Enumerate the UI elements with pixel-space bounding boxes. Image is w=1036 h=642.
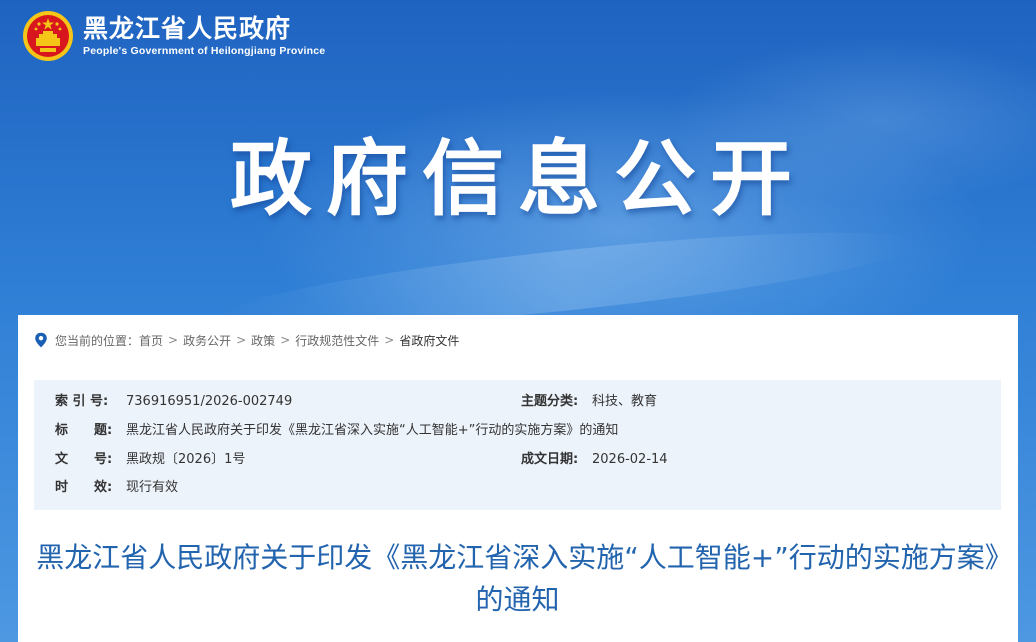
site-name-english: People's Government of Heilongjiang Prov… xyxy=(83,45,326,57)
breadcrumb-normative-docs[interactable]: 行政规范性文件 xyxy=(295,332,379,349)
meta-row-title: 标 题: 黑龙江省人民政府关于印发《黑龙江省深入实施“人工智能+”行动的实施方案… xyxy=(34,417,1001,445)
breadcrumb-prefix: 您当前的位置： xyxy=(55,333,140,348)
document-number-label: 文 号: xyxy=(55,452,113,467)
title-value: 黑龙江省人民政府关于印发《黑龙江省深入实施“人工智能+”行动的实施方案》的通知 xyxy=(126,423,619,438)
index-number-value: 736916951/2026-002749 xyxy=(126,394,293,409)
breadcrumb-separator: > xyxy=(384,333,395,347)
breadcrumb: 您当前的位置： 首页 > 政务公开 > 政策 > 行政规范性文件 > 省政府文件 xyxy=(34,330,459,350)
breadcrumb-gov-affairs[interactable]: 政务公开 xyxy=(183,332,231,349)
banner-title: 政府信息公开 xyxy=(229,132,806,227)
breadcrumb-separator: > xyxy=(168,333,179,347)
document-metadata-box: 索 引 号: 736916951/2026-002749 主题分类: 科技、教育… xyxy=(34,380,1001,510)
national-emblem-icon xyxy=(23,11,73,61)
meta-row-docno: 文 号: 黑政规〔2026〕1号 成文日期: 2026-02-14 xyxy=(34,446,1001,474)
site-header[interactable]: 黑龙江省人民政府 People's Government of Heilongj… xyxy=(22,8,325,64)
document-title: 黑龙江省人民政府关于印发《黑龙江省深入实施“人工智能+”行动的实施方案》的通知 xyxy=(36,541,999,616)
site-title-block: 黑龙江省人民政府 People's Government of Heilongj… xyxy=(83,14,325,58)
issue-date-value: 2026-02-14 xyxy=(592,452,668,467)
meta-row-index: 索 引 号: 736916951/2026-002749 主题分类: 科技、教育 xyxy=(34,388,1001,416)
breadcrumb-separator: > xyxy=(236,333,247,347)
topic-label: 主题分类: xyxy=(521,394,579,409)
breadcrumb-separator: > xyxy=(280,333,291,347)
breadcrumb-home[interactable]: 首页 xyxy=(139,332,163,349)
title-label: 标 题: xyxy=(55,423,113,438)
validity-label: 时 效: xyxy=(55,480,113,495)
validity-value: 现行有效 xyxy=(126,480,179,495)
breadcrumb-policy[interactable]: 政策 xyxy=(251,332,275,349)
meta-row-validity: 时 效: 现行有效 xyxy=(34,474,1001,502)
topic-value: 科技、教育 xyxy=(592,394,658,409)
breadcrumb-current[interactable]: 省政府文件 xyxy=(399,332,459,349)
location-pin-icon xyxy=(35,332,47,348)
issue-date-label: 成文日期: xyxy=(521,452,579,467)
content-panel: 您当前的位置： 首页 > 政务公开 > 政策 > 行政规范性文件 > 省政府文件… xyxy=(18,315,1018,642)
index-number-label: 索 引 号: xyxy=(55,394,109,409)
site-name: 黑龙江省人民政府 xyxy=(83,14,292,43)
document-number-value: 黑政规〔2026〕1号 xyxy=(126,452,246,467)
